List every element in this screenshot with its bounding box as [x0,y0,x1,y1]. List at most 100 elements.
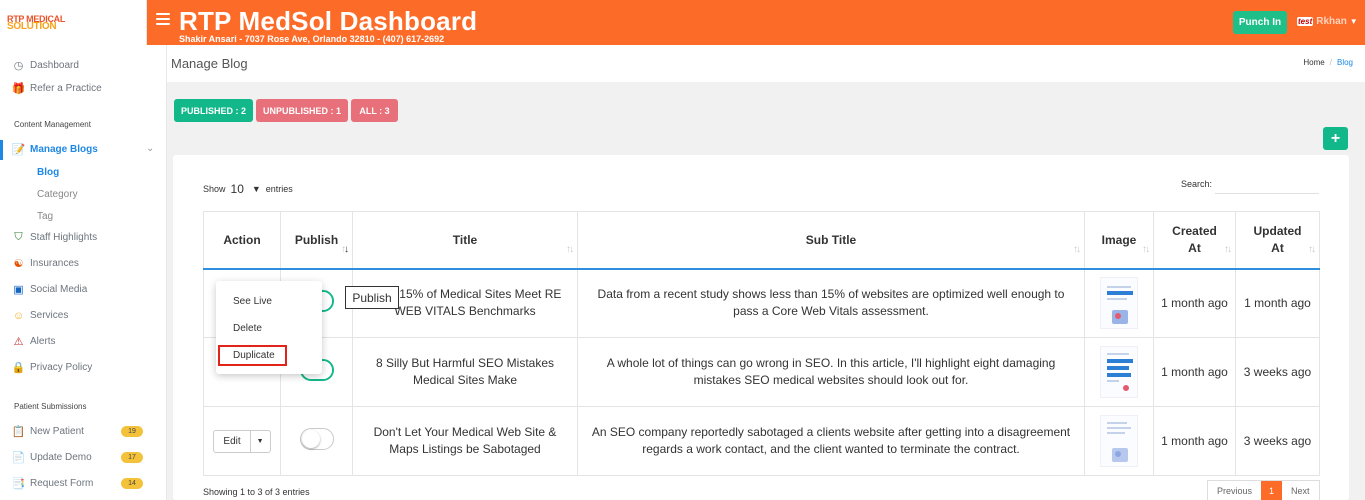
sidebar-subitem-tag[interactable]: Tag [37,211,53,222]
count-badge: 14 [121,478,143,489]
blog-thumbnail[interactable] [1100,415,1138,467]
chevron-down-icon[interactable]: ⌄ [146,143,154,154]
sort-icon: ↑↓ [1308,243,1316,255]
breadcrumb-current: Blog [1336,58,1353,67]
active-indicator [0,140,3,160]
sort-icon: ↑↓ [341,243,349,255]
entries-select[interactable]: 10 ▼ [231,182,261,196]
next-button[interactable]: Next [1282,481,1319,500]
sidebar-item-update-demo[interactable]: 📄 Update Demo [12,451,92,464]
image-cell [1084,406,1154,476]
blog-icon: 📝 [11,144,26,156]
blog-table: Action Publish ↑↓ Title ↑↓ Sub Title ↑↓ Ima… [203,211,1320,476]
sidebar-item-label: Insurances [30,258,79,269]
sidebar-item-manage-blogs[interactable]: 📝 Manage Blogs [12,143,98,156]
subtitle-cell: An SEO company reportedly sabotaged a cl… [577,406,1085,476]
sidebar-item-social[interactable]: ▣ Social Media [12,283,87,296]
sort-icon: ↑↓ [566,243,574,255]
logo[interactable]: RTP MEDICAL SOLUTION [0,0,147,45]
entries-length: Show 10 ▼ entries [203,182,293,196]
sidebar-item-privacy[interactable]: 🔒 Privacy Policy [11,361,93,374]
publish-toggle[interactable] [299,427,334,450]
table-row: 8 Silly But Harmful SEO Mistakes Medical… [203,337,1320,407]
menu-item-see-live[interactable]: See Live [233,296,272,307]
chevron-down-icon: ▼ [251,184,261,194]
column-header-image[interactable]: Image ↑↓ [1084,211,1154,269]
filter-all-button[interactable]: ALL : 3 [351,99,398,122]
logo-text: RTP MEDICAL SOLUTION [7,15,65,32]
form-icon: 📑 [11,478,26,490]
menu-item-delete[interactable]: Delete [233,323,262,334]
add-blog-button[interactable]: + [1323,127,1348,150]
filter-published-button[interactable]: PUBLISHED : 2 [174,99,253,122]
action-cell: Edit ▼ [203,406,281,476]
table-header-row: Action Publish ↑↓ Title ↑↓ Sub Title ↑↓ Ima… [203,211,1320,269]
chevron-down-icon: ▼ [1349,17,1358,26]
breadcrumb-home[interactable]: Home [1303,58,1324,67]
sidebar-item-request-form[interactable]: 📑 Request Form [11,477,94,490]
edit-button[interactable]: Edit [214,430,251,452]
top-bar: RTP MEDICAL SOLUTION RTP MedSol Dashboar… [0,0,1365,45]
lock-icon: 🔒 [11,362,26,374]
sidebar: ◷ Dashboard 🎁 Refer a Practice Content M… [0,45,167,500]
subtitle-cell: Data from a recent study shows less than… [577,268,1085,338]
publish-cell [280,406,353,476]
blog-thumbnail[interactable] [1100,346,1138,398]
gift-icon: 🎁 [11,83,26,95]
insurance-icon: ☯ [13,258,24,270]
column-header-title[interactable]: Title ↑↓ [352,211,578,269]
services-icon: ☺ [12,309,25,322]
sidebar-item-label: Refer a Practice [30,83,102,94]
punch-in-button[interactable]: Punch In [1233,11,1287,34]
sidebar-item-staff[interactable]: ⛉ Staff Highlights [12,231,97,244]
publish-tooltip: Publish [345,286,399,309]
sidebar-item-label: Staff Highlights [30,232,98,243]
sidebar-item-services[interactable]: ☺ Services [12,309,68,322]
practice-address: Shakir Ansari - 7037 Rose Ave, Orlando 3… [179,34,445,44]
sidebar-item-alerts[interactable]: ⚠ Alerts [12,335,56,348]
title-cell: 8 Silly But Harmful SEO Mistakes Medical… [352,337,578,407]
column-header-action: Action [203,211,281,269]
sidebar-item-refer[interactable]: 🎁 Refer a Practice [12,82,102,95]
sidebar-item-dashboard[interactable]: ◷ Dashboard [12,59,79,72]
blog-thumbnail[interactable] [1100,277,1138,330]
duplicate-highlight [218,345,287,366]
sidebar-item-new-patient[interactable]: 📋 New Patient [12,425,84,438]
staff-icon: ⛉ [14,231,23,243]
search-label: Search: [1181,179,1213,189]
caret-down-icon[interactable]: ▼ [251,431,270,452]
page-button-1[interactable]: 1 [1261,481,1283,500]
sidebar-item-label: Services [30,310,69,321]
sidebar-subitem-blog[interactable]: Blog [37,167,59,178]
sidebar-item-label: New Patient [30,426,84,437]
user-menu[interactable]: test Rkhan ▼ [1297,16,1358,27]
column-header-updated[interactable]: Updated At ↑↓ [1235,211,1320,269]
dashboard-icon: ◷ [13,60,24,72]
entries-value: 10 [230,182,244,196]
alert-icon: ⚠ [13,336,24,348]
column-header-publish[interactable]: Publish ↑↓ [280,211,353,269]
sidebar-item-label: Update Demo [30,452,92,463]
show-label: Show [203,184,226,194]
sidebar-item-label: Alerts [30,336,56,347]
sidebar-item-label: Privacy Policy [30,362,93,373]
sidebar-item-insurances[interactable]: ☯ Insurances [12,257,79,270]
plus-icon: + [1330,129,1341,147]
sort-icon: ↑↓ [1142,243,1150,255]
column-header-created[interactable]: Created At ↑↓ [1153,211,1236,269]
user-name: Rkhan [1316,16,1347,27]
clipboard-icon: 📋 [11,426,26,438]
update-icon: 📄 [11,452,26,464]
search-input[interactable] [1215,174,1319,194]
filter-unpublished-button[interactable]: UNPUBLISHED : 1 [256,99,348,122]
created-cell: 1 month ago [1153,337,1236,407]
table-row: Edit ▼ Don't Let Your Medical Web Site &… [203,406,1320,476]
column-header-subtitle[interactable]: Sub Title ↑↓ [577,211,1085,269]
page-header: Manage Blog Home / Blog [167,45,1365,82]
sidebar-item-label: Request Form [30,478,94,489]
previous-button[interactable]: Previous [1208,481,1261,500]
menu-toggle-icon[interactable] [156,13,170,25]
sidebar-subitem-category[interactable]: Category [37,189,78,200]
section-heading: Patient Submissions [14,402,87,411]
title-cell: Don't Let Your Medical Web Site & Maps L… [352,406,578,476]
